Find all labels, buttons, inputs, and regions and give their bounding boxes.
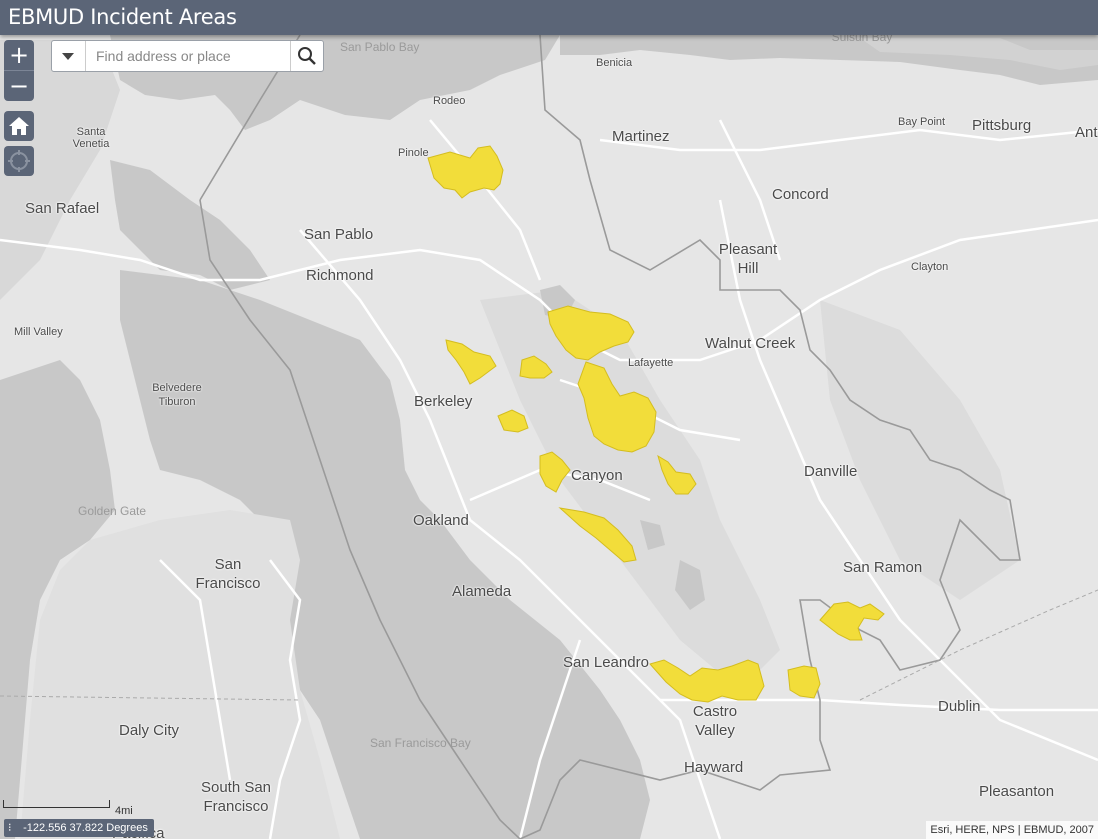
app-title: EBMUD Incident Areas	[8, 5, 237, 29]
label-richmond: Richmond	[306, 267, 374, 284]
map-attribution: Esri, HERE, NPS | EBMUD, 2007	[926, 821, 1098, 839]
search-widget	[51, 40, 324, 72]
zoom-control: + −	[4, 40, 34, 101]
zoom-in-button[interactable]: +	[4, 40, 34, 70]
label-walnut-creek: Walnut Creek	[705, 335, 796, 352]
label-bay-point: Bay Point	[898, 116, 946, 128]
label-clayton: Clayton	[911, 261, 949, 273]
scale-bar	[3, 800, 110, 808]
home-button[interactable]	[4, 111, 34, 141]
label-suisun-bay: Suisun Bay	[831, 35, 893, 44]
label-pinole: Pinole	[398, 147, 429, 159]
label-alameda: Alameda	[452, 583, 512, 600]
label-hayward: Hayward	[684, 759, 744, 776]
label-concord: Concord	[772, 186, 829, 203]
app-header: EBMUD Incident Areas	[0, 0, 1098, 35]
label-rodeo: Rodeo	[433, 95, 466, 107]
home-icon	[9, 117, 29, 135]
label-pleasanton: Pleasanton	[979, 783, 1055, 800]
label-san-ramon: San Ramon	[843, 559, 923, 576]
label-santa-venetia: Santa Venetia	[72, 126, 110, 150]
label-martinez: Martinez	[612, 128, 670, 145]
label-mill-valley: Mill Valley	[14, 326, 63, 338]
label-danville: Danville	[804, 463, 858, 480]
label-south-san-francisco: South San Francisco	[200, 779, 272, 815]
search-button[interactable]	[290, 41, 323, 71]
locate-icon	[8, 150, 30, 172]
label-pleasant-hill: Pleasant Hill	[718, 241, 778, 277]
label-antioch: Ant	[1075, 124, 1098, 141]
label-golden-gate: Golden Gate	[78, 504, 147, 518]
label-san-leandro: San Leandro	[563, 654, 649, 671]
label-san-francisco-bay: San Francisco Bay	[370, 736, 471, 750]
coordinate-toggle-icon: ⁝	[8, 822, 12, 834]
label-canyon: Canyon	[571, 467, 623, 484]
label-castro-valley: Castro Valley	[692, 703, 738, 739]
label-san-francisco: San Francisco	[195, 556, 261, 592]
label-oakland: Oakland	[413, 512, 469, 529]
locate-button[interactable]	[4, 146, 34, 176]
coordinate-text: -122.556 37.822 Degrees	[23, 822, 148, 834]
scale-label: 4mi	[115, 805, 133, 817]
label-belvedere-tiburon: Belvedere Tiburon	[152, 382, 202, 408]
label-daly-city: Daly City	[119, 722, 180, 739]
search-source-dropdown[interactable]	[52, 41, 86, 71]
label-dublin: Dublin	[938, 698, 981, 715]
label-san-pablo-bay: San Pablo Bay	[340, 40, 420, 54]
search-icon	[298, 47, 316, 65]
coordinate-readout[interactable]: ⁝ -122.556 37.822 Degrees	[4, 819, 154, 837]
label-lafayette: Lafayette	[628, 357, 674, 369]
map-view[interactable]: San Pablo Bay Suisun Bay Benicia Rodeo M…	[0, 35, 1098, 839]
label-benicia: Benicia	[596, 57, 633, 69]
label-pittsburg: Pittsburg	[972, 117, 1032, 134]
search-input[interactable]	[86, 41, 290, 71]
label-berkeley: Berkeley	[414, 393, 473, 410]
zoom-out-button[interactable]: −	[4, 71, 34, 101]
label-san-rafael: San Rafael	[25, 200, 100, 217]
label-san-pablo: San Pablo	[304, 226, 374, 243]
basemap	[0, 35, 1098, 839]
